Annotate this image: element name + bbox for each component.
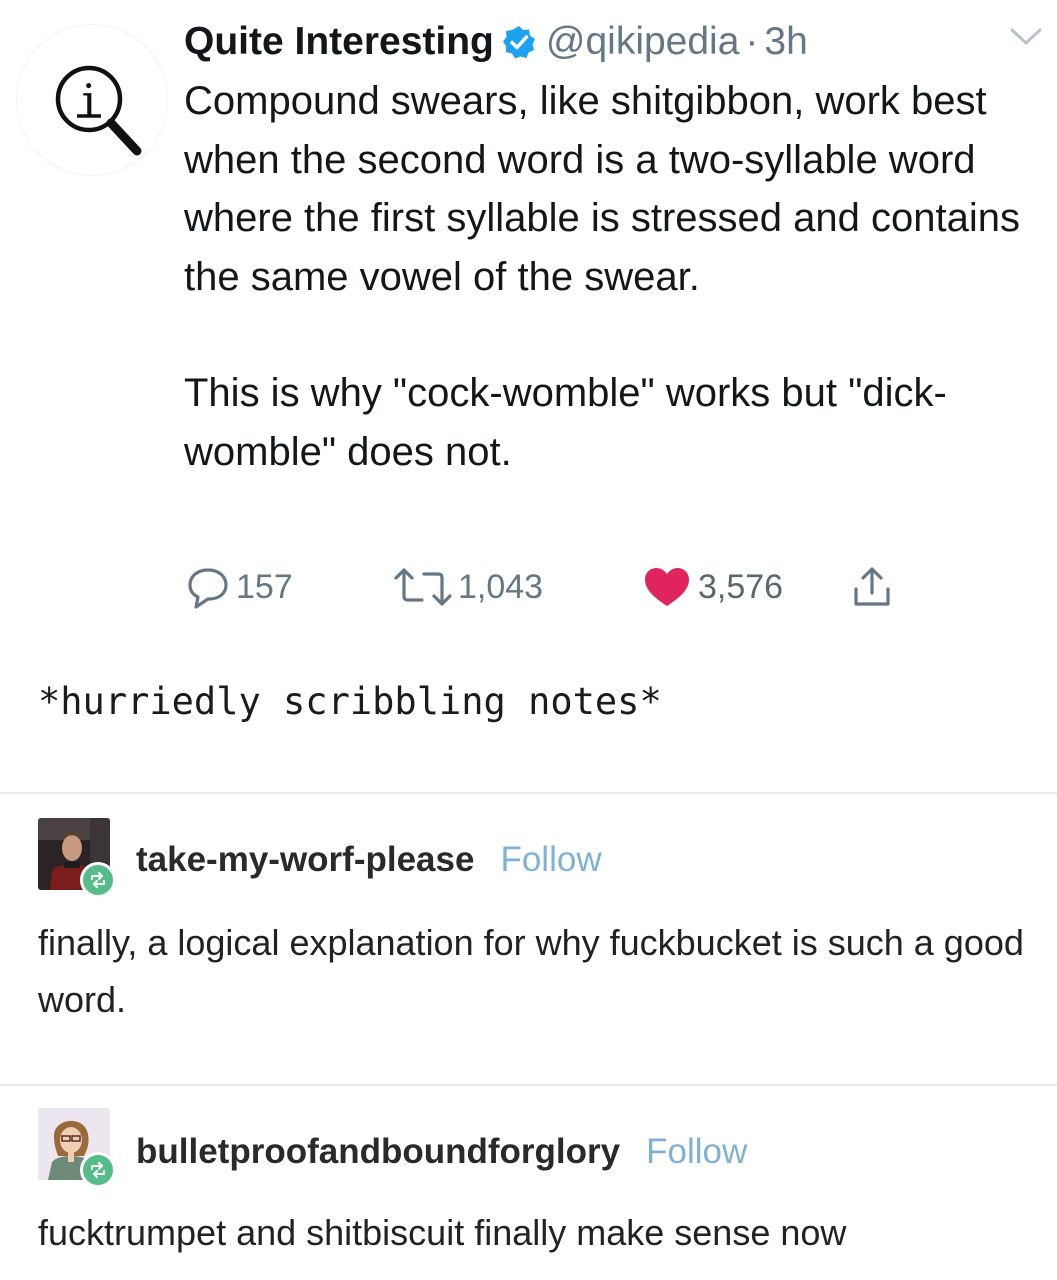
retweet-count: 1,043 [458, 567, 544, 606]
reblog-username[interactable]: take-my-worf-please [136, 840, 474, 880]
magnifier-info-icon: i [55, 65, 142, 156]
tweet-display-name[interactable]: Quite Interesting [184, 20, 494, 64]
divider [0, 1084, 1057, 1086]
tweet-handle[interactable]: @qikipedia [546, 20, 740, 64]
reblogger-row: bulletproofandboundforglory Follow [136, 1126, 747, 1178]
follow-button[interactable]: Follow [646, 1132, 747, 1172]
share-button[interactable] [850, 562, 898, 612]
like-button[interactable]: 3,576 [640, 562, 783, 612]
retweet-button[interactable]: 1,043 [392, 562, 543, 612]
post-caption: *hurriedly scribbling notes* [38, 680, 662, 723]
tweet-timestamp[interactable]: 3h [764, 20, 807, 64]
reply-button[interactable]: 157 [184, 562, 293, 612]
divider [0, 792, 1057, 794]
chevron-down-icon[interactable] [1009, 26, 1043, 48]
svg-text:i: i [82, 74, 97, 128]
tweet-actions: 157 1,043 3,576 [184, 562, 944, 612]
tweet-paragraph: Compound swears, like shitgibbon, work b… [184, 79, 1020, 299]
like-count: 3,576 [698, 567, 784, 606]
verified-badge-icon [502, 26, 535, 59]
tweet-paragraph: This is why "cock-womble" works but "dic… [184, 371, 947, 474]
retweet-icon [394, 568, 452, 606]
reblog-username[interactable]: bulletproofandboundforglory [136, 1132, 620, 1172]
heart-icon [645, 568, 689, 606]
tweet-body: Compound swears, like shitgibbon, work b… [184, 72, 1044, 481]
reply-count: 157 [236, 567, 293, 606]
reblog-badge [80, 862, 116, 898]
reblog-text: finally, a logical explanation for why f… [38, 922, 1024, 1020]
qi-avatar[interactable]: i [16, 24, 168, 176]
reblogger-row: take-my-worf-please Follow [136, 834, 602, 886]
reblog-icon [91, 1162, 105, 1178]
follow-button[interactable]: Follow [500, 840, 601, 880]
reblog-badge [80, 1152, 116, 1188]
tweet-separator: · [745, 20, 759, 63]
tweet-header: Quite Interesting @qikipedia · 3h [184, 14, 808, 70]
reblog-icon [91, 872, 105, 888]
embedded-tweet: i Quite Interesting @qikipedia · 3h Comp… [0, 0, 1057, 650]
reblog-text: fucktrumpet and shitbiscuit finally make… [38, 1212, 847, 1253]
share-icon [854, 567, 890, 606]
speech-bubble-icon [188, 568, 228, 609]
